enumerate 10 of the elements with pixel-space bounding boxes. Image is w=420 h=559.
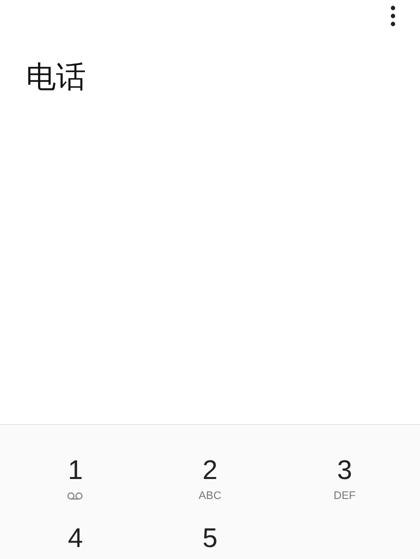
dial-key[interactable]: 5: [178, 522, 242, 559]
dial-key[interactable]: 2 ABC: [178, 454, 242, 516]
dial-key[interactable]: 3 DEF: [312, 454, 377, 516]
key-letters: ABC: [198, 489, 222, 503]
dial-key[interactable]: 1: [43, 454, 108, 516]
more-options-icon[interactable]: [390, 5, 396, 27]
dial-key[interactable]: 4: [43, 522, 108, 559]
voicemail-icon: [67, 492, 84, 500]
page-title: 电话: [25, 59, 86, 97]
key-letters: DEF: [334, 489, 356, 503]
